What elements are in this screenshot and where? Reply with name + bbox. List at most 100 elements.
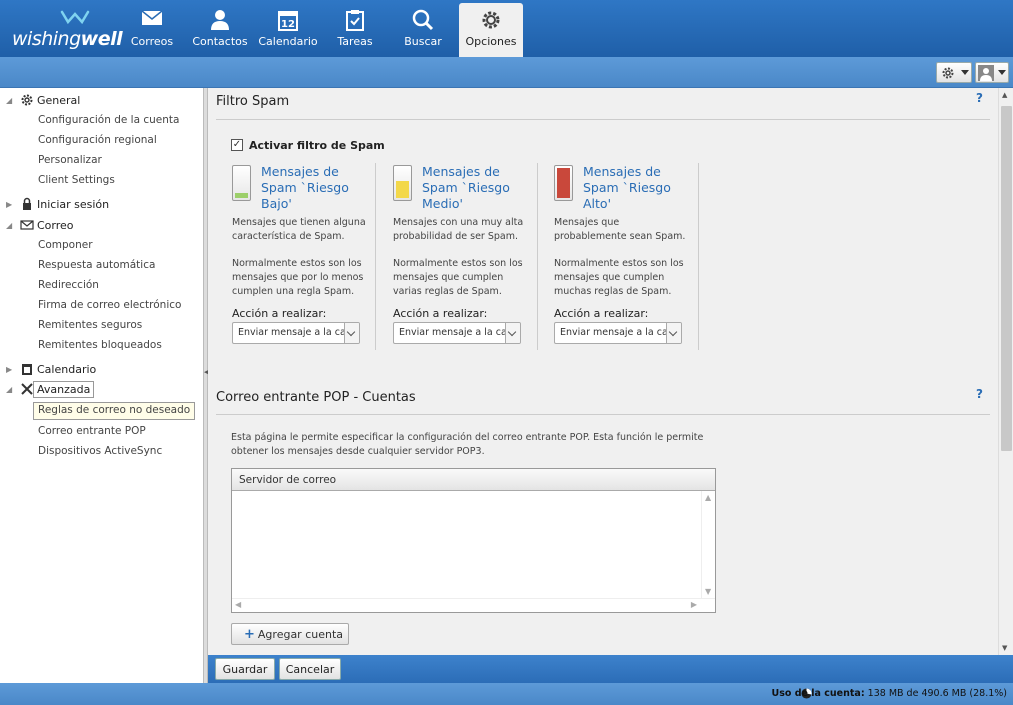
grid-horizontal-scrollbar[interactable]: ◀ ▶ — [232, 598, 715, 612]
top-navigation-bar: wishingwell Correos Contactos 12 Calenda… — [0, 0, 1013, 57]
nav-opciones[interactable]: Opciones — [459, 3, 523, 57]
nav-tareas[interactable]: Tareas — [323, 3, 387, 57]
nav-calendario[interactable]: 12 Calendario — [256, 3, 320, 57]
chevron-down-icon[interactable]: ▼ — [1002, 644, 1007, 652]
pop-description: Esta página le permite especificar la co… — [231, 432, 704, 457]
nav-buscar[interactable]: Buscar — [391, 3, 455, 57]
sidebar-item-blocked-senders[interactable]: Remitentes bloqueados — [38, 339, 162, 355]
column-divider — [375, 163, 376, 350]
spam-help-link[interactable]: ? — [976, 91, 983, 105]
logo-text: wishingwell — [12, 28, 123, 50]
user-icon — [978, 65, 994, 81]
expand-toggle-icon[interactable]: ▶ — [6, 200, 12, 209]
risk-meter-low-icon — [232, 165, 251, 201]
sidebar-item-account-config[interactable]: Configuración de la cuenta — [38, 114, 179, 130]
collapse-toggle-icon[interactable]: ◢ — [6, 221, 12, 230]
spam-low-risk-note: Normalmente estos son los mensajes que p… — [232, 258, 364, 297]
spam-low-risk-action-select[interactable]: Enviar mensaje a la carpeta — [232, 322, 360, 344]
spam-high-risk-action-select[interactable]: Enviar mensaje a la carpeta — [554, 322, 682, 344]
search-icon — [391, 3, 455, 33]
calendar-icon — [22, 364, 32, 375]
sidebar-item-client-settings[interactable]: Client Settings — [38, 174, 115, 190]
content-scrollbar[interactable]: ▲ ▼ — [998, 88, 1013, 655]
sidebar-item-redirect[interactable]: Redirección — [38, 279, 99, 295]
chevron-down-icon[interactable] — [666, 323, 681, 343]
gear-icon — [21, 94, 33, 106]
account-usage: Uso de la cuenta: 138 MB de 490.6 MB (28… — [771, 688, 1007, 699]
chevron-down-icon[interactable]: ▼ — [705, 587, 711, 596]
chevron-down-icon — [961, 70, 969, 75]
spam-medium-risk-description: Mensajes con una muy alta probabilidad d… — [393, 217, 524, 242]
sidebar-item-pop-incoming[interactable]: Correo entrante POP — [38, 425, 146, 441]
envelope-icon — [20, 220, 34, 230]
gear-icon — [459, 3, 523, 33]
chevron-right-icon[interactable]: ▶ — [691, 600, 697, 609]
spam-low-risk-description: Mensajes que tienen alguna característic… — [232, 217, 366, 242]
spam-medium-risk-action-select[interactable]: Enviar mensaje a la carpeta — [393, 322, 521, 344]
envelope-icon — [120, 3, 184, 33]
person-icon — [188, 3, 252, 33]
grid-vertical-scrollbar[interactable]: ▲ ▼ — [701, 491, 715, 598]
add-account-button[interactable]: + Agregar cuenta — [231, 623, 349, 645]
sidebar-item-safe-senders[interactable]: Remitentes seguros — [38, 319, 142, 335]
risk-meter-high-icon — [554, 165, 573, 201]
risk-meter-medium-icon — [393, 165, 412, 201]
sidebar-item-signature[interactable]: Firma de correo electrónico — [38, 299, 181, 315]
expand-toggle-icon[interactable]: ▶ — [6, 365, 12, 374]
chevron-up-icon[interactable]: ▲ — [1002, 91, 1007, 99]
user-dropdown-button[interactable] — [975, 62, 1009, 83]
column-divider — [698, 163, 699, 350]
calendar-icon: 12 — [256, 3, 320, 33]
gear-icon — [942, 67, 954, 79]
grid-header-mail-server[interactable]: Servidor de correo — [232, 469, 715, 491]
sidebar-item-junk-mail-rules[interactable]: Reglas de correo no deseado — [33, 402, 196, 420]
options-sidebar: ◢ General Configuración de la cuenta Con… — [0, 88, 204, 683]
nav-correos[interactable]: Correos — [120, 3, 184, 57]
options-content: Filtro Spam ? ✓ Activar filtro de Spam M… — [208, 88, 998, 655]
collapse-toggle-icon[interactable]: ◢ — [6, 385, 12, 394]
cancel-button[interactable]: Cancelar — [279, 658, 341, 680]
spam-medium-risk-column: Mensajes de Spam `Riesgo Medio' Mensajes… — [393, 164, 543, 350]
svg-text:12: 12 — [281, 19, 295, 30]
chevron-down-icon[interactable] — [505, 323, 520, 343]
logo-mark-icon — [60, 10, 90, 24]
chevron-down-icon — [998, 70, 1006, 75]
pop-accounts-grid[interactable]: Servidor de correo ▲ ▼ ◀ ▶ — [231, 468, 716, 613]
action-label: Acción a realizar: — [232, 307, 327, 320]
spam-high-risk-heading[interactable]: Mensajes de Spam `Riesgo Alto' — [583, 164, 698, 212]
enable-spam-filter-label: Activar filtro de Spam — [249, 139, 385, 152]
chevron-up-icon[interactable]: ▲ — [705, 493, 711, 502]
toolbar — [0, 57, 1013, 88]
spam-high-risk-note: Normalmente estos son los mensajes que c… — [554, 258, 684, 297]
spam-low-risk-column: Mensajes de Spam `Riesgo Bajo' Mensajes … — [232, 164, 382, 350]
sidebar-item-auto-reply[interactable]: Respuesta automática — [38, 259, 155, 275]
settings-dropdown-button[interactable] — [936, 62, 972, 83]
action-label: Acción a realizar: — [554, 307, 649, 320]
spam-low-risk-heading[interactable]: Mensajes de Spam `Riesgo Bajo' — [261, 164, 376, 212]
chevron-down-icon[interactable] — [344, 323, 359, 343]
collapse-toggle-icon[interactable]: ◢ — [6, 96, 12, 105]
divider — [216, 119, 990, 120]
pop-help-link[interactable]: ? — [976, 387, 983, 401]
sidebar-item-compose[interactable]: Componer — [38, 239, 93, 255]
enable-spam-filter-checkbox[interactable]: ✓ — [231, 139, 243, 151]
nav-contactos[interactable]: Contactos — [188, 3, 252, 57]
sidebar-item-regional-config[interactable]: Configuración regional — [38, 134, 157, 150]
form-action-bar: Guardar Cancelar — [208, 655, 1013, 683]
spam-section-title: Filtro Spam — [216, 94, 290, 109]
scrollbar-thumb[interactable] — [1001, 106, 1012, 451]
sidebar-item-activesync[interactable]: Dispositivos ActiveSync — [38, 445, 162, 461]
lock-icon — [23, 197, 31, 210]
spam-medium-risk-heading[interactable]: Mensajes de Spam `Riesgo Medio' — [422, 164, 537, 212]
pop-section-title: Correo entrante POP - Cuentas — [216, 390, 416, 405]
sidebar-item-personalize[interactable]: Personalizar — [38, 154, 102, 170]
tools-icon — [21, 383, 33, 395]
chevron-left-icon[interactable]: ◀ — [235, 600, 241, 609]
action-label: Acción a realizar: — [393, 307, 488, 320]
spam-high-risk-description: Mensajes que probablemente sean Spam. — [554, 217, 686, 242]
clipboard-check-icon — [323, 3, 387, 33]
column-divider — [537, 163, 538, 350]
plus-icon: + — [244, 627, 255, 642]
wishingwell-logo[interactable]: wishingwell — [12, 8, 123, 52]
save-button[interactable]: Guardar — [215, 658, 275, 680]
